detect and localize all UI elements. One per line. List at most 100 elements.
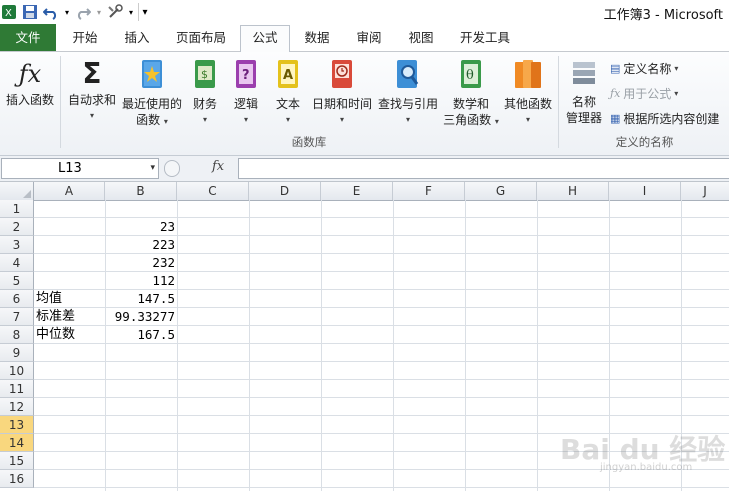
row-header[interactable]: 12 bbox=[0, 398, 34, 416]
cell-b7[interactable]: 99.33277 bbox=[105, 308, 175, 326]
tab-formulas[interactable]: 公式 bbox=[240, 25, 290, 52]
formula-input[interactable] bbox=[238, 158, 729, 179]
chevron-down-icon: ▾ bbox=[339, 115, 344, 124]
svg-text:?: ? bbox=[242, 68, 250, 83]
group-label-function-library: 函数库 bbox=[291, 135, 327, 149]
row-header[interactable]: 5 bbox=[0, 272, 34, 290]
text-label: 文本 bbox=[275, 97, 300, 111]
date-time-book-icon bbox=[332, 60, 352, 88]
row-header[interactable]: 1 bbox=[0, 200, 34, 218]
math-trig-label-2: 三角函数 bbox=[443, 113, 492, 127]
create-from-selection-button[interactable]: ▦ 根据所选内容创建 bbox=[610, 110, 719, 127]
insert-function-icon[interactable]: fx bbox=[212, 159, 224, 174]
use-in-formula-button[interactable]: ƒx 用于公式 ▾ bbox=[610, 85, 678, 102]
formula-bar-grip[interactable] bbox=[164, 160, 180, 177]
more-functions-button[interactable]: 其他函数 ▾ bbox=[502, 58, 554, 128]
save-icon[interactable] bbox=[21, 3, 39, 21]
tab-file[interactable]: 文件 bbox=[0, 24, 56, 51]
undo-dropdown-icon[interactable]: ▾ bbox=[63, 3, 71, 21]
tab-developer[interactable]: 开发工具 bbox=[450, 26, 520, 50]
define-name-label: 定义名称 bbox=[623, 62, 672, 76]
column-header-d[interactable]: D bbox=[249, 182, 321, 200]
redo-dropdown-icon[interactable]: ▾ bbox=[95, 3, 103, 21]
column-header-a[interactable]: A bbox=[34, 182, 105, 200]
logical-book-icon: ? bbox=[236, 60, 256, 88]
column-header-h[interactable]: H bbox=[537, 182, 609, 200]
redo-icon[interactable] bbox=[74, 3, 92, 21]
customize-qat-icon[interactable]: ▾ bbox=[138, 3, 151, 21]
row-header[interactable]: 15 bbox=[0, 452, 34, 470]
table-row bbox=[34, 380, 729, 398]
group-label-defined-names: 定义的名称 bbox=[615, 135, 674, 149]
row-header[interactable]: 16 bbox=[0, 470, 34, 488]
chevron-down-icon: ▾ bbox=[405, 115, 410, 124]
date-time-label: 日期和时间 bbox=[311, 97, 372, 111]
row-header[interactable]: 4 bbox=[0, 254, 34, 272]
column-header-b[interactable]: B bbox=[105, 182, 177, 200]
column-header-j[interactable]: J bbox=[681, 182, 729, 200]
cell-a6[interactable]: 均值 bbox=[36, 290, 62, 308]
insert-function-button[interactable]: ƒx 插入函数 bbox=[4, 58, 56, 108]
row-header-selected[interactable]: 13 bbox=[0, 416, 34, 434]
column-header-c[interactable]: C bbox=[177, 182, 249, 200]
chevron-down-icon: ▾ bbox=[89, 111, 94, 120]
autosum-label: 自动求和 bbox=[67, 93, 116, 107]
name-manager-button[interactable]: 名称 管理器 bbox=[562, 58, 606, 126]
undo-icon[interactable] bbox=[42, 3, 60, 21]
lookup-reference-button[interactable]: 查找与引用 ▾ bbox=[376, 58, 440, 128]
formula-bar: L13 ▾ fx bbox=[0, 156, 729, 182]
tools-dropdown-icon[interactable]: ▾ bbox=[127, 3, 135, 21]
row-header[interactable]: 10 bbox=[0, 362, 34, 380]
more-functions-label: 其他函数 bbox=[503, 97, 552, 111]
cell-b2[interactable]: 23 bbox=[105, 218, 175, 236]
cell-b4[interactable]: 232 bbox=[105, 254, 175, 272]
row-header[interactable]: 3 bbox=[0, 236, 34, 254]
cell-a7[interactable]: 标准差 bbox=[36, 308, 75, 326]
column-header-g[interactable]: G bbox=[465, 182, 537, 200]
chevron-down-icon[interactable]: ▾ bbox=[150, 159, 155, 178]
table-row: 中位数 167.5 bbox=[34, 326, 729, 344]
cell-b5[interactable]: 112 bbox=[105, 272, 175, 290]
tab-data[interactable]: 数据 bbox=[294, 26, 340, 50]
recently-used-button[interactable]: 最近使用的 函数 ▾ bbox=[120, 58, 184, 130]
chevron-down-icon: ▾ bbox=[674, 64, 679, 73]
svg-text:X: X bbox=[5, 8, 12, 19]
text-button[interactable]: A 文本 ▾ bbox=[270, 58, 306, 128]
tab-view[interactable]: 视图 bbox=[396, 26, 446, 50]
tab-home[interactable]: 开始 bbox=[60, 26, 110, 50]
table-row bbox=[34, 398, 729, 416]
name-box[interactable]: L13 ▾ bbox=[1, 158, 159, 179]
cell-a8[interactable]: 中位数 bbox=[36, 326, 75, 344]
date-time-button[interactable]: 日期和时间 ▾ bbox=[310, 58, 374, 128]
column-header-f[interactable]: F bbox=[393, 182, 465, 200]
cell-b8[interactable]: 167.5 bbox=[105, 326, 175, 344]
tab-page-layout[interactable]: 页面布局 bbox=[166, 26, 236, 50]
cell-b3[interactable]: 223 bbox=[105, 236, 175, 254]
tools-icon[interactable] bbox=[106, 3, 124, 21]
row-header[interactable]: 2 bbox=[0, 218, 34, 236]
chevron-down-icon: ▾ bbox=[285, 115, 290, 124]
column-header-e[interactable]: E bbox=[321, 182, 393, 200]
row-header[interactable]: 11 bbox=[0, 380, 34, 398]
logical-button[interactable]: ? 逻辑 ▾ bbox=[228, 58, 264, 128]
tab-review[interactable]: 审阅 bbox=[344, 26, 394, 50]
row-header[interactable]: 6 bbox=[0, 290, 34, 308]
books-stack-icon bbox=[515, 60, 541, 88]
define-name-button[interactable]: ▤ 定义名称 ▾ bbox=[610, 60, 678, 77]
row-header[interactable]: 8 bbox=[0, 326, 34, 344]
row-header[interactable]: 7 bbox=[0, 308, 34, 326]
autosum-button[interactable]: Σ 自动求和 ▾ bbox=[66, 58, 118, 124]
tab-insert[interactable]: 插入 bbox=[112, 26, 162, 50]
math-trig-button[interactable]: θ 数学和 三角函数 ▾ bbox=[442, 58, 500, 130]
select-all-corner[interactable] bbox=[0, 182, 34, 200]
financial-button[interactable]: $ 财务 ▾ bbox=[186, 58, 224, 128]
cell-b1[interactable] bbox=[105, 200, 175, 218]
row-header-selected[interactable]: 14 bbox=[0, 434, 34, 452]
cell-b6[interactable]: 147.5 bbox=[105, 290, 175, 308]
row-header[interactable]: 9 bbox=[0, 344, 34, 362]
excel-logo-icon[interactable]: X bbox=[0, 3, 18, 21]
column-header-i[interactable]: I bbox=[609, 182, 681, 200]
table-row bbox=[34, 362, 729, 380]
group-separator bbox=[558, 56, 559, 148]
name-manager-label-2: 管理器 bbox=[565, 111, 602, 125]
